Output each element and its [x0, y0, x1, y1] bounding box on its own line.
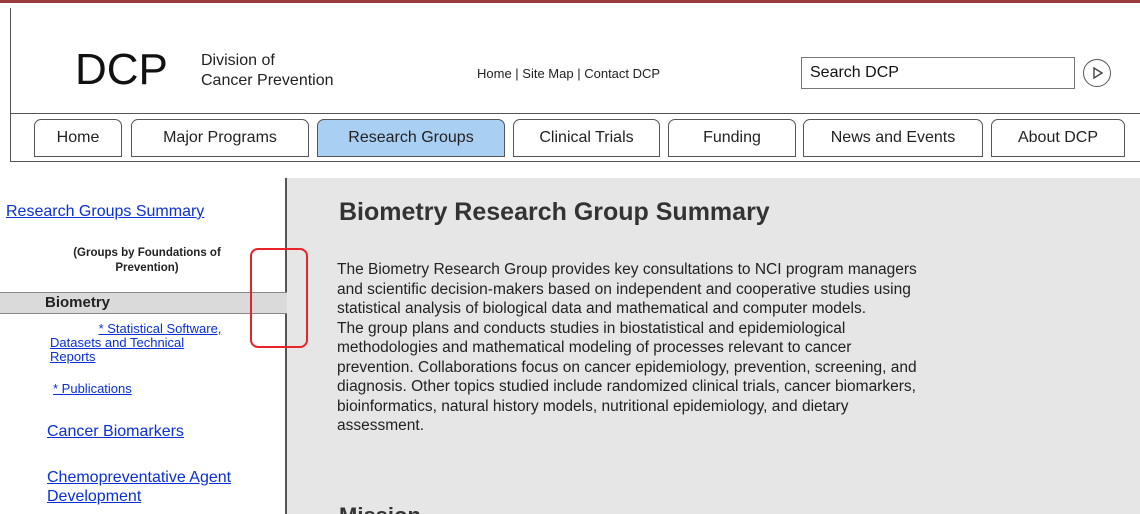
tab-home[interactable]: Home	[34, 119, 122, 157]
chemo-line-2: Development	[47, 488, 142, 505]
top-border	[0, 0, 1140, 3]
groups-note: (Groups by Foundations of Prevention)	[40, 246, 254, 276]
main-content: Biometry Research Group Summary The Biom…	[287, 178, 1140, 514]
summary-line: statistical analysis of biological data …	[337, 300, 866, 317]
tab-clinical-trials[interactable]: Clinical Trials	[513, 119, 660, 157]
home-link[interactable]: Home	[477, 66, 512, 81]
summary-paragraph: The Biometry Research Group provides key…	[337, 260, 1097, 436]
tab-funding[interactable]: Funding	[668, 119, 796, 157]
statistical-software-line-2: Datasets and Technical	[50, 335, 185, 350]
statistical-software-link[interactable]: * Statistical Software, Datasets and Tec…	[50, 322, 270, 364]
sidebar: Research Groups Summary (Groups by Found…	[0, 178, 287, 514]
mission-heading: Mission	[339, 503, 421, 514]
summary-line: diagnosis. Other topics studied include …	[337, 378, 916, 395]
chemopreventative-agent-link[interactable]: Chemopreventative Agent Development	[47, 468, 231, 506]
play-circle-icon	[1093, 66, 1104, 80]
separator: |	[573, 66, 585, 81]
summary-line: prevention. Collaborations focus on canc…	[337, 358, 917, 376]
logo-line-2: Cancer Prevention	[201, 72, 334, 89]
logo-abbreviation[interactable]: DCP	[75, 48, 168, 92]
search-input[interactable]	[801, 57, 1075, 89]
tab-about-dcp[interactable]: About DCP	[991, 119, 1125, 157]
current-group-biometry[interactable]: Biometry	[0, 292, 287, 314]
summary-line: The Biometry Research Group provides key…	[337, 261, 917, 278]
cancer-biomarkers-link[interactable]: Cancer Biomarkers	[47, 423, 184, 441]
annotation-highlight-box	[250, 248, 308, 348]
utility-links: Home | Site Map | Contact DCP	[477, 66, 660, 81]
main-nav: Home Major Programs Research Groups Clin…	[10, 113, 1140, 162]
statistical-software-line-3: Reports	[50, 349, 96, 364]
summary-line: The group plans and conducts studies in …	[337, 319, 846, 337]
groups-note-line-2: Prevention)	[115, 262, 179, 274]
research-groups-summary-link[interactable]: Research Groups Summary	[6, 203, 204, 221]
site-map-link[interactable]: Site Map	[522, 66, 573, 81]
site-header: DCP Division of Cancer Prevention Home |…	[10, 8, 1140, 114]
summary-line: assessment.	[337, 417, 425, 434]
summary-line: bioinformatics, natural history models, …	[337, 397, 849, 415]
search-submit-button[interactable]	[1083, 59, 1111, 87]
page-title: Biometry Research Group Summary	[339, 198, 770, 226]
summary-line: methodologies and mathematical modeling …	[337, 339, 852, 356]
groups-note-line-1: (Groups by Foundations of	[73, 247, 221, 259]
chemo-line-1: Chemopreventative Agent	[47, 469, 232, 486]
logo-line-1: Division of	[201, 52, 275, 69]
separator: |	[511, 66, 523, 81]
tab-major-programs[interactable]: Major Programs	[131, 119, 309, 157]
publications-link[interactable]: * Publications	[53, 382, 132, 396]
tab-news-events[interactable]: News and Events	[803, 119, 983, 157]
tab-research-groups[interactable]: Research Groups	[317, 119, 505, 157]
contact-link[interactable]: Contact DCP	[584, 66, 660, 81]
summary-line: and scientific decision-makers based on …	[337, 280, 911, 298]
statistical-software-line-1: * Statistical Software,	[98, 321, 222, 336]
